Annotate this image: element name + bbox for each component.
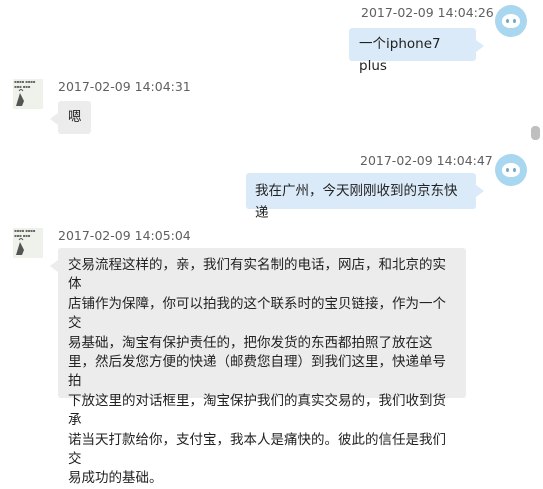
scrollbar-thumb[interactable]	[531, 126, 540, 140]
chat-message[interactable]: 一个iphone7 plus	[349, 28, 484, 74]
message-text: 我在广州，今天刚刚收到的京东快递	[255, 183, 458, 221]
message-timestamp: 2017-02-09 14:05:04	[58, 228, 191, 243]
contact-avatar-icon[interactable]: ▪▪▪▪ ▪▪▪▪ ▪▪▪ ▪▪▪	[13, 79, 43, 109]
message-text: 一个iphone7 plus	[359, 36, 441, 74]
message-line: 下放这里的对话框里，淘宝保护我们的真实交易的，我们收到货承	[68, 392, 446, 429]
message-line: 易基础，淘宝有保护责任的，把你发货的东西都拍照了放在这	[68, 334, 433, 351]
message-text: 嗯	[68, 109, 82, 125]
message-timestamp: 2017-02-09 14:04:26	[361, 5, 494, 20]
chat-message[interactable]: 交易流程这样的，亲，我们有实名制的电话，网店，和北京的实体 店铺作为保障，你可以…	[50, 248, 466, 486]
self-avatar-icon[interactable]	[495, 5, 527, 37]
message-line: 店铺作为保障，你可以拍我的这个联系时的宝贝链接，作为一个交	[68, 295, 446, 332]
message-line: 易成功的基础。	[68, 470, 163, 487]
chat-message[interactable]: 嗯	[50, 101, 91, 134]
chat-message[interactable]: 我在广州，今天刚刚收到的京东快递	[246, 173, 484, 221]
contact-avatar-icon[interactable]: ▪▪▪▪ ▪▪▪▪ ▪▪▪ ▪▪▪	[13, 228, 43, 258]
message-line: 诺当天打款给你，支付宝，我本人是痛快的。彼此的信任是我们交	[68, 431, 446, 468]
message-timestamp: 2017-02-09 14:04:47	[360, 153, 493, 168]
self-avatar-icon[interactable]	[495, 154, 527, 186]
message-line: 里，然后发您方便的快递（邮费您自理）到我们这里，快递单号拍	[68, 354, 446, 390]
message-timestamp: 2017-02-09 14:04:31	[58, 79, 191, 94]
message-line: 交易流程这样的，亲，我们有实名制的电话，网店，和北京的实体	[68, 257, 446, 293]
